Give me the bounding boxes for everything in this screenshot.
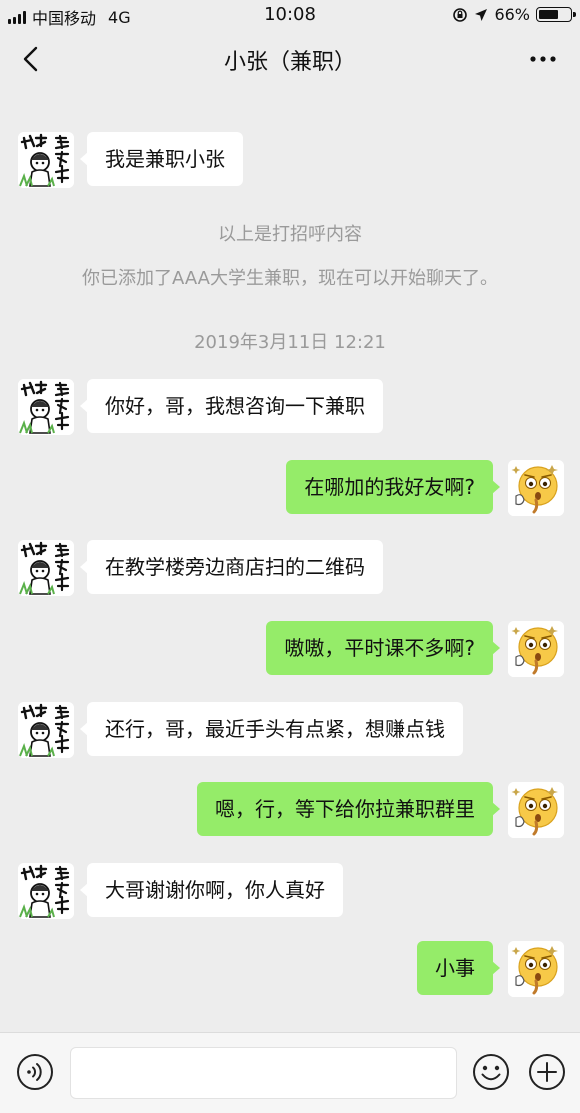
battery-percent: 66% <box>494 5 530 24</box>
avatar[interactable] <box>18 379 74 435</box>
manga-sticker-avatar <box>18 863 74 919</box>
location-arrow-icon <box>475 8 488 21</box>
avatar[interactable] <box>508 941 564 997</box>
more-dots-icon[interactable] <box>526 46 560 72</box>
avatar[interactable] <box>508 782 564 838</box>
voice-icon[interactable] <box>16 1053 54 1091</box>
chat-title: 小张（兼职） <box>223 50 356 75</box>
rotation-lock-icon <box>453 7 468 22</box>
sweating-emoji-avatar <box>508 782 564 838</box>
greeting-note: 以上是打招呼内容 <box>218 224 362 245</box>
message-bubble[interactable]: 在教学楼旁边商店扫的二维码 <box>80 540 383 594</box>
plus-icon[interactable] <box>528 1053 566 1091</box>
message-input[interactable] <box>70 1047 457 1099</box>
status-right: 66% <box>452 5 576 24</box>
status-bar: 中国移动 4G 10:08 66% <box>0 0 580 30</box>
manga-sticker-avatar <box>18 702 74 758</box>
manga-sticker-avatar <box>18 540 74 596</box>
avatar[interactable] <box>18 540 74 596</box>
message-bubble[interactable]: 还行，哥，最近手头有点紧，想赚点钱 <box>80 702 463 756</box>
added-note: 你已添加了AAA大学生兼职，现在可以开始聊天了。 <box>82 268 498 289</box>
avatar[interactable] <box>18 702 74 758</box>
emoji-icon[interactable] <box>472 1053 510 1091</box>
sweating-emoji-avatar <box>508 941 564 997</box>
battery-icon <box>536 7 576 22</box>
sweating-emoji-avatar <box>508 460 564 516</box>
avatar[interactable] <box>508 621 564 677</box>
avatar[interactable] <box>508 460 564 516</box>
message-bubble[interactable]: 在哪加的我好友啊? <box>286 460 500 514</box>
input-bar <box>0 1032 580 1113</box>
avatar[interactable] <box>18 132 74 188</box>
message-bubble[interactable]: 嗯，行，等下给你拉兼职群里 <box>197 782 500 836</box>
avatar[interactable] <box>18 863 74 919</box>
message-bubble[interactable]: 大哥谢谢你啊，你人真好 <box>80 863 343 917</box>
message-bubble[interactable]: 你好，哥，我想咨询一下兼职 <box>80 379 383 433</box>
manga-sticker-avatar <box>18 132 74 188</box>
timestamp: 2019年3月11日 12:21 <box>194 332 386 353</box>
nav-bar: 小张（兼职） <box>0 30 580 88</box>
sweating-emoji-avatar <box>508 621 564 677</box>
message-bubble[interactable]: 嗷嗷，平时课不多啊? <box>266 621 500 675</box>
manga-sticker-avatar <box>18 379 74 435</box>
message-bubble[interactable]: 我是兼职小张 <box>80 132 243 186</box>
message-bubble[interactable]: 小事 <box>417 941 500 995</box>
chat-area[interactable]: 我是兼职小张 以上是打招呼内容 你已添加了AAA大学生兼职，现在可以开始聊天了。… <box>0 88 580 1032</box>
